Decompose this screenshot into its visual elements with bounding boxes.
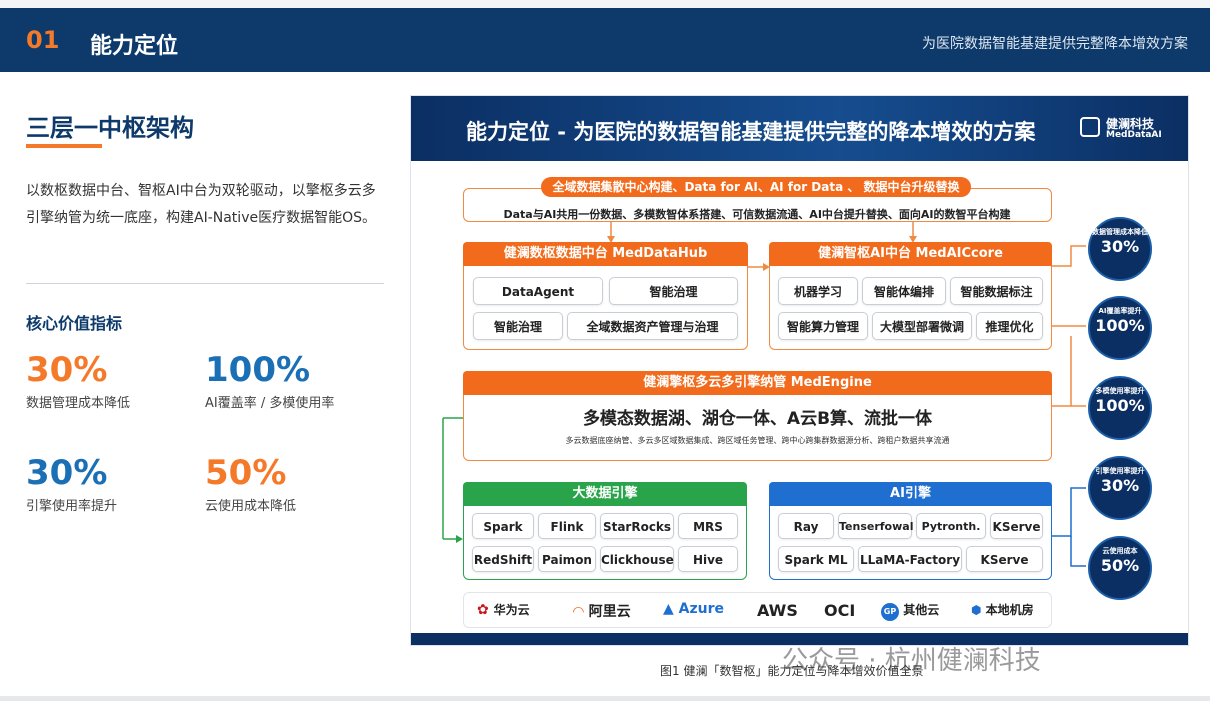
aws-logo: AWS — [757, 601, 798, 620]
figure-caption: 图1 健澜「数智枢」能力定位与降本增效价值全景 — [660, 664, 924, 678]
chip-asset-management: 全域数据资产管理与治理 — [567, 312, 738, 340]
local-datacenter-label: 本地机房 — [985, 603, 1034, 617]
circle-label: 引擎使用率提升 — [1095, 467, 1145, 475]
ai-engine-caption: AI引擎 — [769, 482, 1052, 506]
section-title: 能力定位 — [90, 34, 179, 59]
kpi-label: 云使用成本降低 — [205, 499, 297, 514]
section-number: 01 — [26, 26, 60, 54]
medaicore-caption: 健澜智枢AI中台 MedAICcore — [769, 242, 1052, 266]
oci-logo: OCI — [824, 601, 856, 620]
chip-kserve: KServe — [990, 513, 1043, 539]
value-circle-cloud-cost: 云使用成本 50% — [1088, 536, 1152, 600]
kpi-label: 引擎使用率提升 — [26, 499, 118, 514]
kpi-label: AI覆盖率 / 多模使用率 — [205, 396, 335, 411]
title-underline — [26, 144, 102, 148]
chip-flink: Flink — [538, 513, 596, 539]
value-circle-engine-usage: 引擎使用率提升 30% — [1088, 456, 1152, 520]
medengine-headline: 多模态数据湖、湖仓一体、A云B算、流批一体 — [582, 409, 933, 429]
left-title: 三层一中枢架构 — [26, 114, 194, 142]
kpi-engine-usage: 30% 引擎使用率提升 — [26, 453, 117, 514]
architecture-figure: 能力定位 - 为医院的数据智能基建提供完整的降本增效的方案 健澜科技 MedDa… — [410, 95, 1189, 646]
top-strip — [0, 0, 1210, 8]
circle-value: 30% — [1100, 237, 1140, 256]
chip-inference-optimization: 推理优化 — [976, 312, 1043, 340]
value-circle-data-cost: 数据管理成本降低 30% — [1088, 217, 1152, 281]
kpi-data-cost: 30% 数据管理成本降低 — [26, 350, 130, 411]
kpi-ai-coverage: 100% AI覆盖率 / 多模使用率 — [205, 350, 334, 411]
chip-compute-management: 智能算力管理 — [778, 312, 868, 340]
chip-llama-factory: LLaMA-Factory — [858, 546, 962, 572]
chip-mrs: MRS — [678, 513, 738, 539]
section-subtitle: 为医院数据智能基建提供完整降本增效方案 — [922, 36, 1188, 52]
aliyun-label: 阿里云 — [588, 604, 631, 620]
chip-agent-orchestration: 智能体编排 — [862, 277, 946, 305]
chip-llm-finetune: 大模型部署微调 — [872, 312, 972, 340]
circle-label: 数据管理成本降低 — [1092, 228, 1148, 236]
chip-spark: Spark — [472, 513, 534, 539]
other-cloud-logo: GP 其他云 — [881, 601, 939, 625]
value-circle-multimodal: 多模使用率提升 100% — [1088, 376, 1152, 440]
circle-value: 50% — [1100, 556, 1140, 575]
circle-value: 100% — [1095, 316, 1145, 335]
kpi-heading: 核心价值指标 — [26, 314, 123, 333]
kpi-label: 数据管理成本降低 — [26, 396, 131, 411]
kpi-value: 50% — [205, 453, 287, 493]
chip-kserve-2: KServe — [966, 546, 1043, 572]
aliyun-logo: ◠ 阿里云 — [573, 604, 631, 620]
chip-hive: Hive — [678, 546, 738, 572]
divider — [26, 283, 384, 284]
bottom-strip — [0, 696, 1210, 701]
chip-starrocks: StarRocks — [600, 513, 674, 539]
kpi-value: 30% — [26, 453, 108, 493]
local-datacenter-logo: ⬢ 本地机房 — [971, 603, 1034, 617]
chip-ray: Ray — [778, 513, 834, 539]
chip-redshift: RedShift — [472, 546, 534, 572]
chip-data-labeling: 智能数据标注 — [950, 277, 1043, 305]
chip-smart-governance-2: 智能治理 — [473, 312, 563, 340]
kpi-cloud-cost: 50% 云使用成本降低 — [205, 453, 296, 514]
chip-smart-governance: 智能治理 — [609, 277, 738, 305]
other-cloud-label: 其他云 — [903, 603, 940, 617]
medengine-caption: 健澜擎枢多云多引擎纳管 MedEngine — [463, 371, 1052, 395]
chip-machine-learning: 机器学习 — [778, 277, 858, 305]
chip-tenserfowal: Tenserfowal — [838, 513, 913, 539]
section-header: 01 能力定位 为医院数据智能基建提供完整降本增效方案 — [0, 8, 1210, 72]
architecture-description: 以数枢数据中台、智枢AI中台为双轮驱动，以擎枢多云多引擎纳管为统一底座，构建AI… — [26, 183, 376, 226]
circle-label: 云使用成本 — [1102, 547, 1138, 555]
kpi-value: 30% — [26, 350, 108, 390]
kpi-value: 100% — [205, 350, 311, 390]
circle-value: 100% — [1095, 396, 1145, 415]
chip-dataagent: DataAgent — [473, 277, 603, 305]
bigdata-caption: 大数据引擎 — [463, 482, 747, 506]
chip-clickhouse: Clickhouse — [600, 546, 674, 572]
chip-pytronth: Pytronth. — [916, 513, 986, 539]
chip-paimon: Paimon — [538, 546, 596, 572]
azure-label: Azure — [678, 601, 724, 617]
circle-label: 多模使用率提升 — [1095, 387, 1145, 395]
circle-value: 30% — [1100, 476, 1140, 495]
value-circle-ai-coverage: AI覆盖率提升 100% — [1088, 296, 1152, 360]
azure-logo: ▲ Azure — [663, 601, 724, 617]
meddatahub-caption: 健澜数枢数据中台 MedDataHub — [463, 242, 748, 266]
medengine-detail: 多云数据底座纳管、多云多区域数据集成、跨区域任务管理、跨中心跨集群数据源分析、跨… — [565, 436, 950, 445]
chip-spark-ml: Spark ML — [778, 546, 854, 572]
huawei-cloud-label: 华为云 — [493, 603, 530, 617]
huawei-cloud-logo: ✿ 华为云 — [477, 602, 530, 618]
circle-label: AI覆盖率提升 — [1098, 307, 1142, 315]
